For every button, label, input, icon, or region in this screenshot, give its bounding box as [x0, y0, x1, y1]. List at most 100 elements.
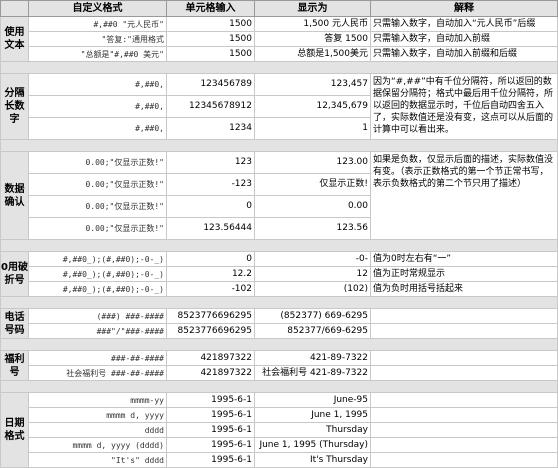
explanation-cell[interactable] [370, 365, 558, 381]
header-cell[interactable]: 解释 [370, 0, 558, 17]
format-cell[interactable]: "总额是"#,##0 美元" [28, 46, 167, 62]
display-cell[interactable]: It's Thursday [254, 452, 371, 468]
display-cell[interactable]: 总额是1,500美元 [254, 46, 371, 62]
input-cell[interactable]: 1995-6-1 [166, 392, 255, 408]
header-cell[interactable]: 自定义格式 [28, 0, 167, 17]
explanation-cell[interactable] [370, 422, 558, 438]
separator-cell [0, 380, 558, 393]
explanation-cell[interactable]: 只需输入数字，自动加入“元人民币”后缀 [370, 16, 558, 32]
category-cell[interactable]: 0用破折号 [0, 251, 29, 297]
format-cell[interactable]: (###) ###-#### [28, 308, 167, 324]
explanation-cell[interactable] [370, 350, 558, 366]
input-cell[interactable]: 1500 [166, 31, 255, 47]
explanation-cell[interactable]: 因为“#,##”中有千位分隔符，所以返回的数据保留分隔符；格式中最后用千位分隔符… [370, 73, 558, 140]
category-cell[interactable]: 日期格式 [0, 392, 29, 468]
display-cell[interactable]: June-95 [254, 392, 371, 408]
input-cell[interactable]: 8523776696295 [166, 308, 255, 324]
format-cell[interactable]: dddd [28, 422, 167, 438]
format-cell[interactable]: "答复:"通用格式 [28, 31, 167, 47]
explanation-cell[interactable]: 如果是负数，仅显示后面的描述，实际数值没有变。（表示正数格式的第一个节正常书写，… [370, 151, 558, 240]
format-cell[interactable]: mmmm-yy [28, 392, 167, 408]
format-cell[interactable]: 社会福利号 ###-##-#### [28, 365, 167, 381]
display-cell[interactable]: June 1, 1995 [254, 407, 371, 423]
display-cell[interactable]: -0- [254, 251, 371, 267]
input-cell[interactable]: 1234 [166, 117, 255, 140]
category-cell[interactable]: 分隔长数字 [0, 73, 29, 140]
input-cell[interactable]: 421897322 [166, 350, 255, 366]
table-row: 数据确认 0.00;"仅显示正数!" 123 123.00 如果是负数，仅显示后… [0, 151, 558, 240]
header-cell[interactable] [0, 0, 29, 17]
display-cell[interactable]: 答复 1500 [254, 31, 371, 47]
input-cell[interactable]: -102 [166, 281, 255, 297]
display-cell[interactable]: 123.00 [254, 151, 371, 174]
explanation-cell[interactable]: 只需输入数字，自动加入前缀和后缀 [370, 46, 558, 62]
format-cell[interactable]: #,##0_);(#,##0);-0-_) [28, 266, 167, 282]
explanation-cell[interactable]: 值为0时左右有“一” [370, 251, 558, 267]
category-cell[interactable]: 福利号 [0, 350, 29, 381]
explanation-cell[interactable] [370, 392, 558, 408]
explanation-cell[interactable] [370, 437, 558, 453]
table-row: #,##0_);(#,##0);-0-_) 12.2 12 值为正时常规显示 [1, 266, 558, 282]
format-cell[interactable]: ###"/"###-#### [28, 323, 167, 339]
explanation-cell[interactable]: 值为正时常规显示 [370, 266, 558, 282]
input-cell[interactable]: 123456789 [166, 73, 255, 96]
format-cell[interactable]: 0.00;"仅显示正数!" [28, 173, 167, 196]
format-cell[interactable]: ###-##-#### [28, 350, 167, 366]
format-cell[interactable]: #,##0, [28, 73, 167, 96]
format-cell[interactable]: #,##0_);(#,##0);-0-_) [28, 251, 167, 267]
input-cell[interactable]: 123.56444 [166, 217, 255, 240]
display-cell[interactable]: 123.56 [254, 217, 371, 240]
table-row: 电话号码 (###) ###-#### 8523776696295 (85237… [0, 308, 558, 339]
display-cell[interactable]: 社会福利号 421-89-7322 [254, 365, 371, 381]
format-cell[interactable]: #,##0 "元人民币" [28, 16, 167, 32]
display-cell[interactable]: 1,500 元人民币 [254, 16, 371, 32]
header-cell[interactable]: 单元格输入 [166, 0, 255, 17]
display-cell[interactable]: Thursday [254, 422, 371, 438]
input-cell[interactable]: -123 [166, 173, 255, 196]
display-cell[interactable]: (102) [254, 281, 371, 297]
explanation-cell[interactable] [370, 452, 558, 468]
input-cell[interactable]: 1500 [166, 16, 255, 32]
category-cell[interactable]: 使用文本 [0, 16, 29, 62]
format-cell[interactable]: "It's" dddd [28, 452, 167, 468]
input-cell[interactable]: 1995-6-1 [166, 452, 255, 468]
format-cell[interactable]: mmmm d, yyyy [28, 407, 167, 423]
display-cell[interactable]: 421-89-7322 [254, 350, 371, 366]
format-cell[interactable]: mmmm d, yyyy (dddd) [28, 437, 167, 453]
explanation-cell[interactable] [370, 323, 558, 339]
header-cell[interactable]: 显示为 [254, 0, 371, 17]
display-cell[interactable]: (852377) 669-6295 [254, 308, 371, 324]
display-cell[interactable]: 123,457 [254, 73, 371, 96]
category-cell[interactable]: 数据确认 [0, 151, 29, 240]
display-cell[interactable]: 852377/669-6295 [254, 323, 371, 339]
input-cell[interactable]: 123 [166, 151, 255, 174]
format-cell[interactable]: 0.00;"仅显示正数!" [28, 217, 167, 240]
table-row: dddd 1995-6-1 Thursday [1, 422, 558, 438]
display-cell[interactable]: June 1, 1995 (Thursday) [254, 437, 371, 453]
input-cell[interactable]: 0 [166, 195, 255, 218]
category-cell[interactable]: 电话号码 [0, 308, 29, 339]
input-cell[interactable]: 12345678912 [166, 95, 255, 118]
explanation-cell[interactable]: 只需输入数字，自动加入前缀 [370, 31, 558, 47]
input-cell[interactable]: 1995-6-1 [166, 422, 255, 438]
format-cell[interactable]: 0.00;"仅显示正数!" [28, 151, 167, 174]
display-cell[interactable]: 仅显示正数! [254, 173, 371, 196]
input-cell[interactable]: 1995-6-1 [166, 407, 255, 423]
format-cell[interactable]: #,##0, [28, 95, 167, 118]
display-cell[interactable]: 1 [254, 117, 371, 140]
input-cell[interactable]: 12.2 [166, 266, 255, 282]
format-cell[interactable]: #,##0_);(#,##0);-0-_) [28, 281, 167, 297]
input-cell[interactable]: 421897322 [166, 365, 255, 381]
display-cell[interactable]: 0.00 [254, 195, 371, 218]
input-cell[interactable]: 8523776696295 [166, 323, 255, 339]
input-cell[interactable]: 1995-6-1 [166, 437, 255, 453]
format-cell[interactable]: #,##0, [28, 117, 167, 140]
explanation-cell[interactable] [370, 407, 558, 423]
display-cell[interactable]: 12 [254, 266, 371, 282]
input-cell[interactable]: 0 [166, 251, 255, 267]
explanation-cell[interactable]: 值为负时用括号括起来 [370, 281, 558, 297]
display-cell[interactable]: 12,345,679 [254, 95, 371, 118]
format-cell[interactable]: 0.00;"仅显示正数!" [28, 195, 167, 218]
input-cell[interactable]: 1500 [166, 46, 255, 62]
explanation-cell[interactable] [370, 308, 558, 324]
